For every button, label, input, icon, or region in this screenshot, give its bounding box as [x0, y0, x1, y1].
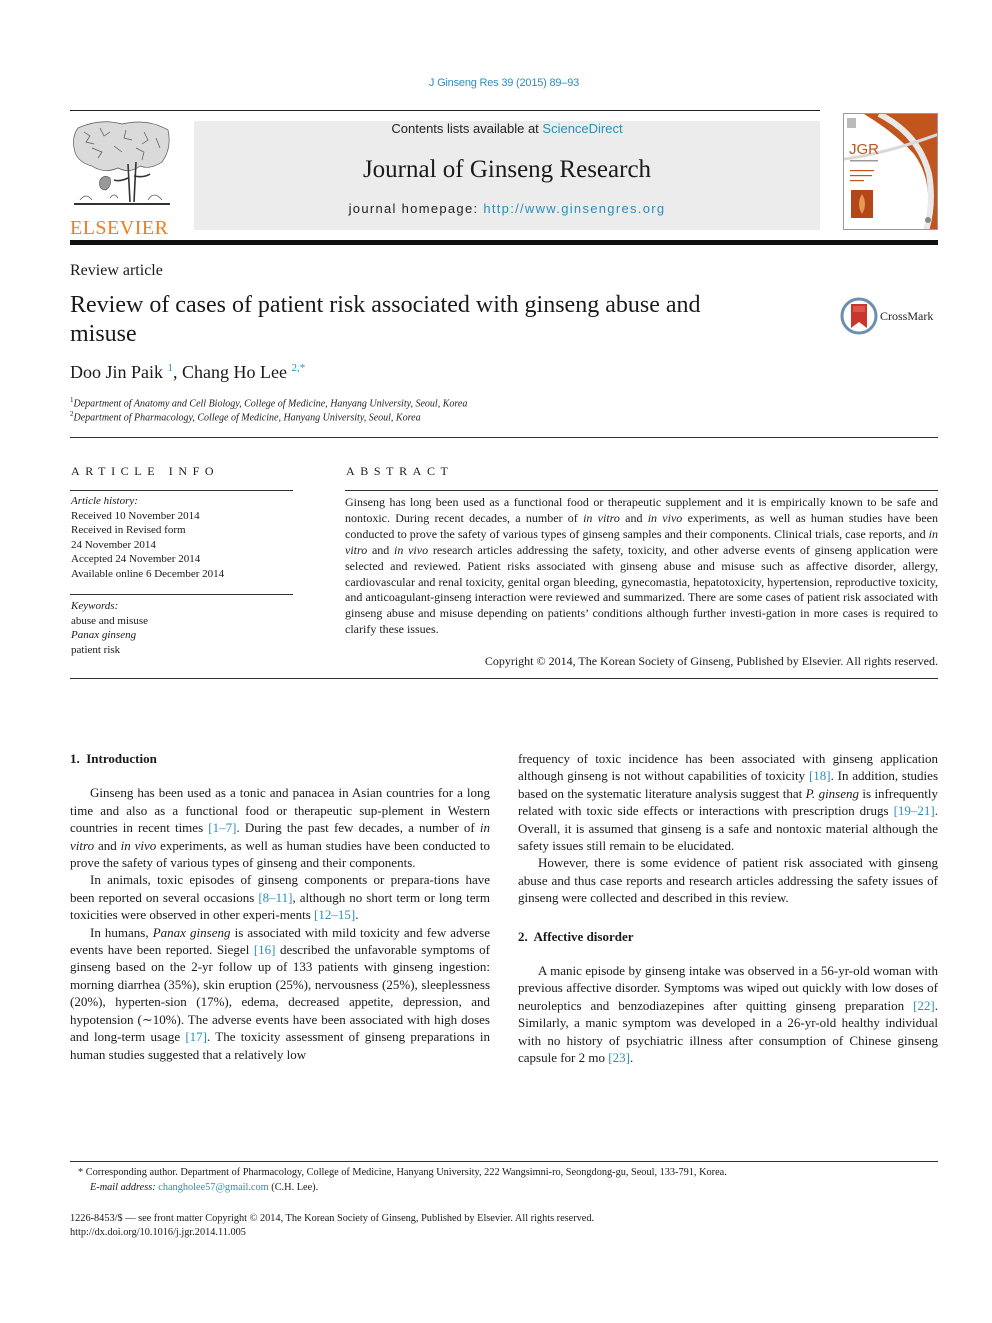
header-thick-rule — [70, 240, 938, 245]
affiliation: 1Department of Anatomy and Cell Biology,… — [70, 396, 467, 409]
crossmark-label: CrossMark — [880, 309, 934, 323]
keywords-label: Keywords: — [71, 600, 119, 612]
journal-citation-link[interactable]: J Ginseng Res 39 (2015) 89–93 — [0, 77, 992, 89]
sciencedirect-link[interactable]: ScienceDirect — [542, 121, 622, 136]
keywords: Keywords: abuse and misuse Panax ginseng… — [71, 599, 148, 657]
journal-title: Journal of Ginseng Research — [362, 156, 652, 183]
author-name[interactable]: Doo Jin Paik — [70, 362, 163, 382]
italic-term: P. ginseng — [805, 785, 860, 801]
article-type: Review article — [70, 262, 163, 279]
divider — [70, 594, 293, 595]
paragraph: frequency of toxic incidence has been as… — [518, 750, 938, 854]
affiliation-text: Department of Pharmacology, College of M… — [73, 412, 421, 424]
article-info-heading: ARTICLE INFO — [71, 464, 220, 478]
text-run: and — [367, 542, 395, 557]
journal-homepage-link[interactable]: http://www.ginsengres.org — [483, 201, 665, 216]
citation-link[interactable]: [23] — [608, 1050, 630, 1065]
article-title: Review of cases of patient risk associat… — [70, 292, 701, 347]
contents-line: Contents lists available at ScienceDirec… — [194, 121, 820, 137]
journal-cover-thumbnail[interactable]: JGR — [843, 113, 938, 230]
crossmark-badge[interactable]: CrossMark — [840, 296, 940, 336]
citation-link[interactable]: [19–21] — [894, 803, 935, 818]
text-run: A manic episode by ginseng intake was ob… — [518, 963, 938, 1013]
crossmark-icon — [840, 297, 878, 335]
author-affiliation-marker[interactable]: 2,* — [291, 362, 305, 374]
journal-cover-image: JGR — [844, 114, 937, 229]
body-column-left: 1. Introduction Ginseng has been used as… — [70, 750, 490, 1063]
keyword: patient risk — [71, 643, 121, 656]
footnote-divider — [70, 1161, 938, 1162]
text-run: However, there is some evidence of patie… — [518, 855, 938, 906]
corresponding-text: Corresponding author. Department of Phar… — [85, 1167, 727, 1178]
text-run: and — [619, 510, 648, 525]
cover-abbrev: JGR — [849, 141, 879, 158]
body-column-right: frequency of toxic incidence has been as… — [518, 750, 938, 1067]
italic-term: in vivo — [120, 837, 157, 853]
history-entry: Accepted 24 November 2014 — [71, 553, 201, 565]
journal-header-box: Contents lists available at ScienceDirec… — [194, 121, 820, 230]
italic-term: in vitro — [583, 510, 620, 525]
italic-term: Panax ginseng — [152, 924, 231, 940]
doi-link[interactable]: http://dx.doi.org/10.1016/j.jgr.2014.11.… — [70, 1225, 246, 1240]
abstract-heading: ABSTRACT — [346, 464, 454, 478]
email-label: E-mail address: — [90, 1182, 159, 1193]
paragraph: However, there is some evidence of patie… — [518, 854, 938, 906]
abstract-copyright: Copyright © 2014, The Korean Society of … — [484, 654, 938, 668]
author-separator: , — [173, 362, 183, 382]
elsevier-tree-icon — [70, 118, 174, 210]
affiliation: 2Department of Pharmacology, College of … — [70, 410, 421, 423]
citation-link[interactable]: [12–15] — [314, 907, 355, 922]
email-note: E-mail address: changholee57@gmail.com (… — [90, 1180, 318, 1195]
email-suffix: (C.H. Lee). — [268, 1182, 319, 1193]
author-list: Doo Jin Paik 1, Chang Ho Lee 2,* — [70, 362, 305, 383]
section-heading: 1. Introduction — [70, 751, 157, 766]
header-top-rule — [70, 110, 820, 111]
paragraph: In animals, toxic episodes of ginseng co… — [70, 871, 490, 923]
citation-link[interactable]: [16] — [254, 942, 276, 957]
citation-link[interactable]: [22] — [913, 998, 935, 1013]
text-run: . — [355, 907, 359, 923]
paragraph: A manic episode by ginseng intake was ob… — [518, 962, 938, 1066]
citation-link[interactable]: [8–11] — [258, 890, 292, 905]
divider — [70, 437, 938, 438]
citation-link[interactable]: [17] — [185, 1029, 207, 1044]
citation-link[interactable]: [18] — [809, 768, 831, 783]
section-heading: 2. Affective disorder — [518, 928, 634, 944]
keyword: Panax ginseng — [71, 629, 137, 641]
paragraph: Ginseng has been used as a tonic and pan… — [70, 784, 490, 871]
citation-link[interactable]: [1–7] — [208, 820, 236, 835]
text-run: . During the past few decades, a number … — [236, 820, 480, 836]
divider — [345, 490, 938, 491]
italic-term: in vivo — [394, 542, 429, 557]
divider — [70, 678, 938, 679]
keyword: abuse and misuse — [71, 614, 148, 627]
corresponding-author-note: * Corresponding author. Department of Ph… — [78, 1165, 727, 1180]
affiliation-text: Department of Anatomy and Cell Biology, … — [73, 398, 468, 410]
text-run: research articles addressing the safety,… — [345, 542, 939, 637]
history-entry: Received in Revised form — [71, 524, 186, 536]
history-entry: Received 10 November 2014 — [71, 509, 200, 522]
issn-line: 1226-8453/$ — see front matter Copyright… — [70, 1213, 595, 1224]
email-link[interactable]: changholee57@gmail.com — [158, 1182, 268, 1193]
history-entry: 24 November 2014 — [71, 538, 156, 551]
author-name[interactable]: Chang Ho Lee — [182, 362, 287, 382]
article-history-label: Article history: — [71, 495, 138, 507]
paragraph: In humans, Panax ginseng is associated w… — [70, 924, 490, 1063]
history-entry: Available online 6 December 2014 — [71, 567, 225, 580]
abstract-text: Ginseng has long been used as a function… — [345, 495, 938, 638]
homepage-prefix: journal homepage: — [348, 201, 484, 216]
text-run: In humans, — [90, 924, 153, 940]
text-run: . — [629, 1050, 634, 1066]
text-run: and — [94, 837, 121, 853]
divider — [70, 490, 293, 491]
footnote-marker: * — [78, 1167, 84, 1178]
elsevier-logo[interactable]: ELSEVIER — [70, 118, 188, 239]
homepage-line: journal homepage: http://www.ginsengres.… — [194, 201, 820, 216]
contents-prefix: Contents lists available at — [391, 121, 543, 136]
article-history: Article history: Received 10 November 20… — [71, 494, 224, 581]
italic-term: in vivo — [647, 510, 683, 525]
elsevier-wordmark: ELSEVIER — [70, 217, 169, 239]
